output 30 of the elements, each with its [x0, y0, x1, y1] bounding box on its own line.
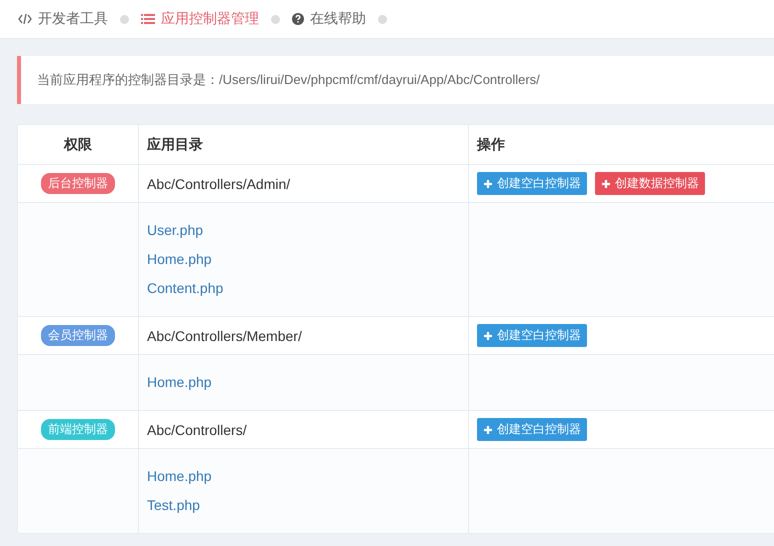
dot-icon — [271, 14, 280, 24]
breadcrumb-link[interactable]: 开发者工具 — [18, 10, 108, 28]
directory-notice: 当前应用程序的控制器目录是：/Users/lirui/Dev/phpcmf/cmf/dayrui/App/Abc/Controllers/ — [17, 56, 774, 104]
create-button[interactable]: 创建空白控制器 — [477, 418, 587, 441]
controller-badge: 前端控制器 — [41, 419, 115, 440]
plus-icon — [601, 178, 611, 188]
column-header: 权限 — [18, 124, 138, 164]
column-header: 应用目录 — [138, 124, 468, 164]
file-link[interactable]: Home.php — [147, 245, 212, 274]
file-link[interactable]: User.php — [147, 216, 204, 245]
breadcrumb-link[interactable]: 应用控制器管理 — [141, 10, 259, 28]
create-button[interactable]: 创建空白控制器 — [477, 324, 587, 347]
list-icon — [141, 13, 155, 25]
create-button[interactable]: 创建数据控制器 — [595, 172, 705, 195]
create-button[interactable]: 创建空白控制器 — [477, 172, 587, 195]
file-link[interactable]: Home.php — [147, 368, 212, 397]
file-link[interactable]: Test.php — [147, 491, 200, 520]
plus-icon — [483, 178, 493, 188]
plus-icon — [483, 424, 493, 434]
file-link[interactable]: Home.php — [147, 462, 212, 491]
controller-badge: 会员控制器 — [41, 325, 115, 346]
help-icon — [292, 13, 304, 25]
dot-icon — [120, 14, 129, 24]
plus-icon — [483, 330, 493, 340]
column-header: 操作 — [468, 124, 774, 164]
code-icon — [18, 13, 32, 25]
controller-badge: 后台控制器 — [41, 173, 115, 194]
dot-icon — [378, 14, 387, 24]
breadcrumb-link[interactable]: 在线帮助 — [292, 10, 366, 28]
file-link[interactable]: Content.php — [147, 274, 224, 303]
